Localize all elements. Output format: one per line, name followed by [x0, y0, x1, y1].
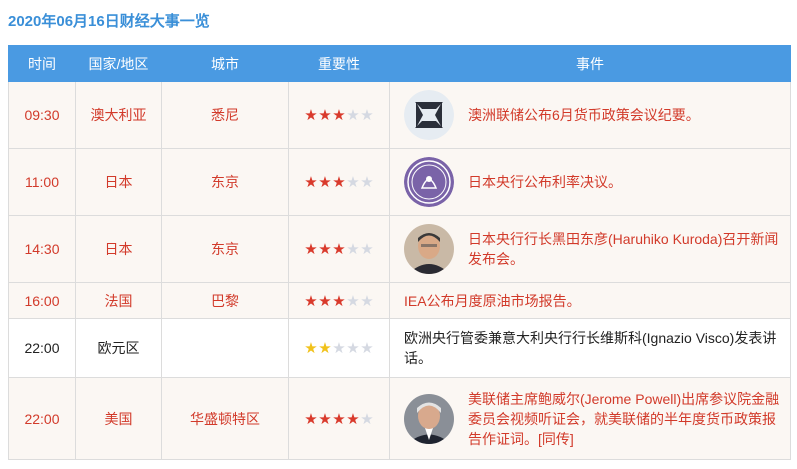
- powell-portrait-icon: [404, 393, 454, 444]
- star-empty-icon: ★: [346, 107, 360, 124]
- table-row: 11:00 日本 东京 ★★★★★ 日本央行公布利率决议。: [8, 148, 791, 216]
- table-row: 14:30 日本 东京 ★★★★★ 日本央行行长黑田东彦(Haruhiko Ku…: [8, 215, 791, 283]
- row-region: 欧元区: [75, 318, 162, 378]
- star-rating: ★★★★★: [304, 293, 374, 310]
- star-filled-icon: ★: [318, 107, 332, 124]
- star-filled-icon: ★: [332, 241, 346, 258]
- star-filled-icon: ★: [304, 292, 318, 310]
- row-city: 华盛顿特区: [161, 377, 289, 460]
- row-time: 16:00: [8, 282, 76, 319]
- star-filled-icon: ★: [318, 410, 332, 428]
- header-time: 时间: [8, 45, 76, 82]
- star-empty-icon: ★: [346, 292, 360, 310]
- star-filled-icon: ★: [332, 410, 346, 428]
- star-filled-icon: ★: [318, 241, 332, 258]
- star-rating: ★★★★★: [304, 340, 374, 357]
- star-filled-icon: ★: [304, 410, 318, 428]
- row-region: 日本: [75, 215, 162, 283]
- kuroda-portrait-icon: [404, 224, 454, 274]
- row-city: 东京: [161, 215, 289, 283]
- star-empty-icon: ★: [360, 410, 374, 428]
- event-text: 日本央行公布利率决议。: [468, 174, 622, 190]
- row-time: 11:00: [8, 148, 76, 216]
- rba-logo-icon: [404, 90, 454, 140]
- row-city: 巴黎: [161, 282, 289, 319]
- star-rating: ★★★★★: [304, 174, 374, 191]
- row-time: 22:00: [8, 377, 76, 460]
- event-text: 澳洲联储公布6月货币政策会议纪要。: [468, 107, 700, 123]
- row-region: 澳大利亚: [75, 81, 162, 149]
- importance-stars: ★★★★★: [288, 377, 390, 460]
- row-time: 14:30: [8, 215, 76, 283]
- star-filled-icon: ★: [332, 174, 346, 191]
- star-filled-icon: ★: [304, 241, 318, 258]
- page-title: 2020年06月16日财经大事一览: [8, 13, 210, 30]
- row-region: 日本: [75, 148, 162, 216]
- star-empty-icon: ★: [360, 340, 374, 357]
- importance-stars: ★★★★★: [288, 81, 390, 149]
- importance-stars: ★★★★★: [288, 318, 390, 378]
- star-rating: ★★★★★: [304, 411, 374, 428]
- row-event: 欧洲央行管委兼意大利央行行长维斯科(Ignazio Visco)发表讲话。: [389, 318, 791, 378]
- header-city: 城市: [161, 45, 289, 82]
- importance-stars: ★★★★★: [288, 148, 390, 216]
- event-text: IEA公布月度原油市场报告。: [404, 292, 581, 309]
- star-filled-icon: ★: [304, 340, 318, 357]
- row-event: 澳洲联储公布6月货币政策会议纪要。: [389, 81, 791, 149]
- row-event: 美联储主席鲍威尔(Jerome Powell)出席参议院金融委员会视频听证会，就…: [389, 377, 791, 460]
- row-city: 东京: [161, 148, 289, 216]
- star-filled-icon: ★: [346, 410, 360, 428]
- star-rating: ★★★★★: [304, 107, 374, 124]
- star-rating: ★★★★★: [304, 241, 374, 258]
- row-city: 悉尼: [161, 81, 289, 149]
- table-row: 22:00 美国 华盛顿特区 ★★★★★ 美联储主席鲍威尔(Jerome Pow…: [8, 377, 791, 460]
- star-empty-icon: ★: [360, 174, 374, 191]
- table-row: 22:00 欧元区 ★★★★★ 欧洲央行管委兼意大利央行行长维斯科(Ignazi…: [8, 318, 791, 378]
- star-filled-icon: ★: [304, 174, 318, 191]
- star-empty-icon: ★: [332, 340, 346, 357]
- star-filled-icon: ★: [318, 292, 332, 310]
- table-row: 16:00 法国 巴黎 ★★★★★ IEA公布月度原油市场报告。: [8, 282, 791, 319]
- row-city: [161, 318, 289, 378]
- row-event: 日本央行公布利率决议。: [389, 148, 791, 216]
- event-text: 日本央行行长黑田东彦(Haruhiko Kuroda)召开新闻发布会。: [468, 231, 779, 267]
- row-time: 09:30: [8, 81, 76, 149]
- star-filled-icon: ★: [332, 292, 346, 310]
- row-event: 日本央行行长黑田东彦(Haruhiko Kuroda)召开新闻发布会。: [389, 215, 791, 283]
- row-time: 22:00: [8, 318, 76, 378]
- events-table: 时间 国家/地区 城市 重要性 事件 09:30 澳大利亚 悉尼 ★★★★★ 澳…: [8, 45, 791, 460]
- row-region: 美国: [75, 377, 162, 460]
- event-text: 美联储主席鲍威尔(Jerome Powell)出席参议院金融委员会视频听证会，就…: [468, 390, 780, 447]
- star-empty-icon: ★: [346, 241, 360, 258]
- star-filled-icon: ★: [318, 174, 332, 191]
- header-event: 事件: [389, 45, 791, 82]
- star-filled-icon: ★: [304, 107, 318, 124]
- star-empty-icon: ★: [346, 340, 360, 357]
- star-empty-icon: ★: [360, 292, 374, 310]
- star-empty-icon: ★: [360, 107, 374, 124]
- star-filled-icon: ★: [318, 340, 332, 357]
- table-row: 09:30 澳大利亚 悉尼 ★★★★★ 澳洲联储公布6月货币政策会议纪要。: [8, 81, 791, 149]
- table-header-row: 时间 国家/地区 城市 重要性 事件: [8, 45, 791, 82]
- star-empty-icon: ★: [346, 174, 360, 191]
- importance-stars: ★★★★★: [288, 282, 390, 319]
- boj-seal-icon: [404, 157, 454, 207]
- header-importance: 重要性: [288, 45, 390, 82]
- header-region: 国家/地区: [75, 45, 162, 82]
- star-filled-icon: ★: [332, 107, 346, 124]
- row-region: 法国: [75, 282, 162, 319]
- event-text: 欧洲央行管委兼意大利央行行长维斯科(Ignazio Visco)发表讲话。: [404, 330, 777, 366]
- importance-stars: ★★★★★: [288, 215, 390, 283]
- row-event: IEA公布月度原油市场报告。: [389, 282, 791, 319]
- star-empty-icon: ★: [360, 241, 374, 258]
